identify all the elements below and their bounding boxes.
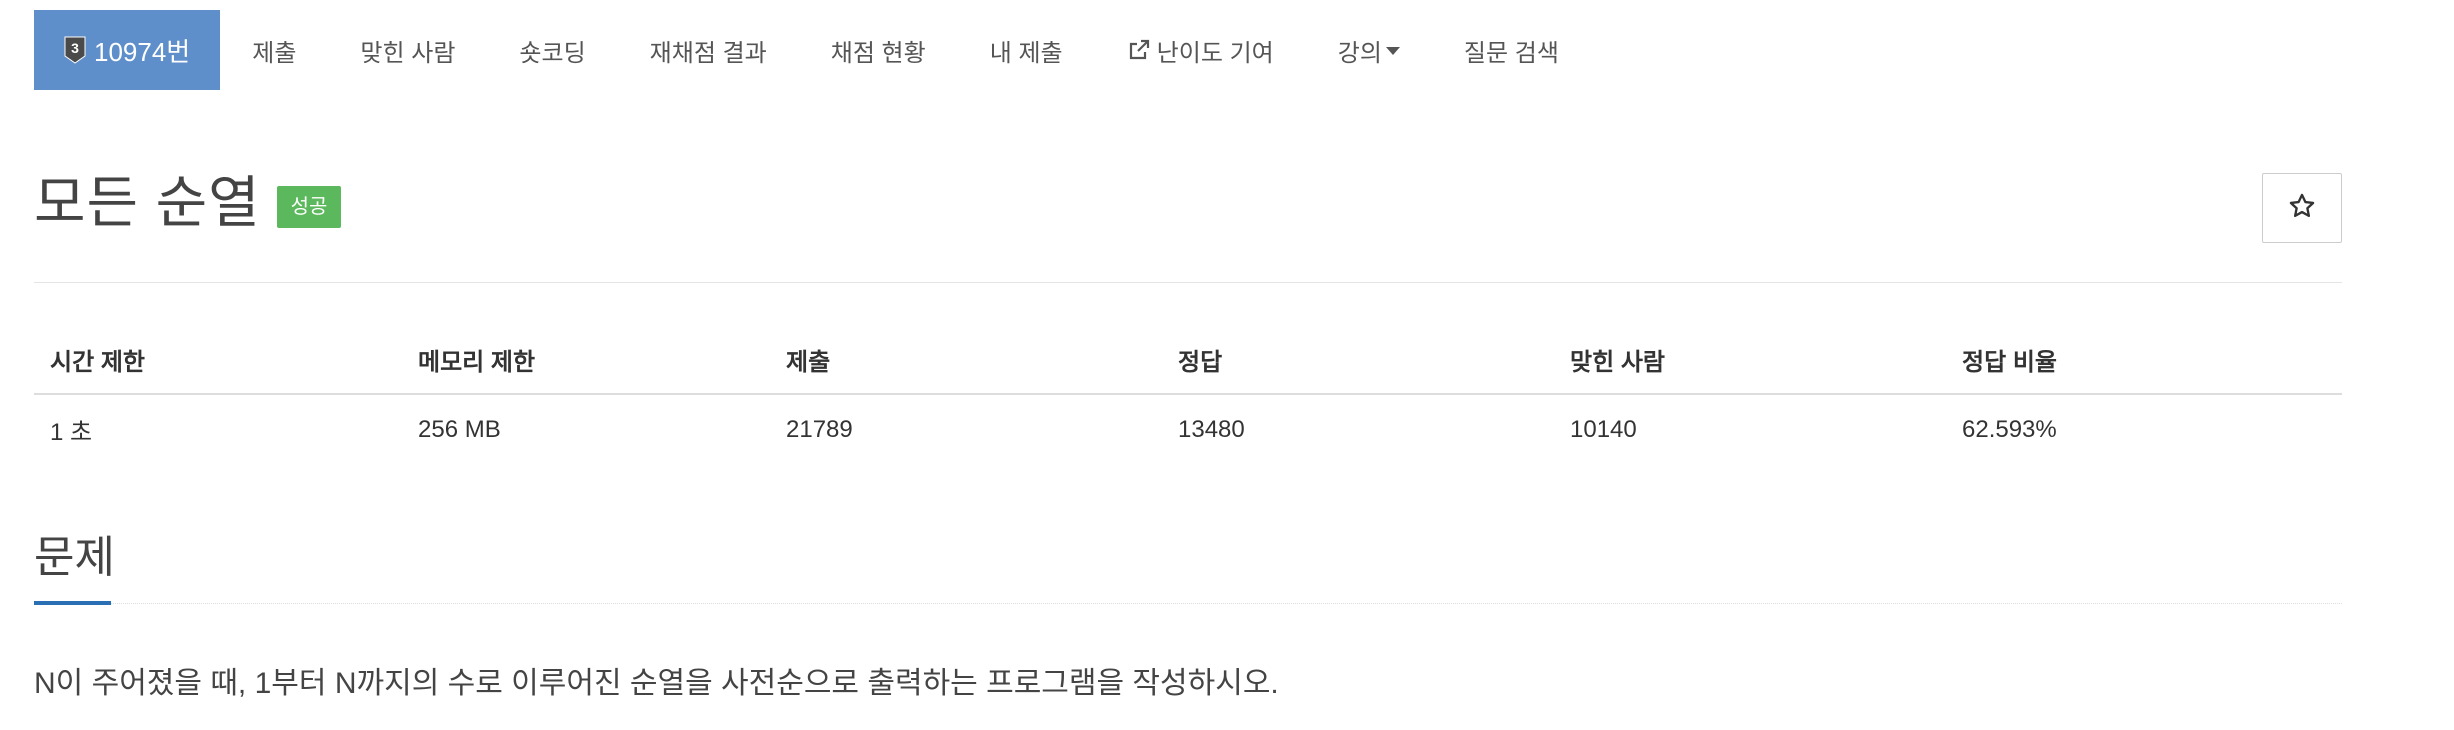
tier-badge-icon: 3 [64, 36, 86, 64]
cell-solved-users: 10140 [1570, 415, 1637, 443]
nav-rejudge-results-label: 재채점 결과 [649, 39, 767, 67]
nav-short-coding[interactable]: 숏코딩 [487, 10, 617, 90]
nav-solved-users[interactable]: 맞힌 사람 [328, 10, 487, 90]
nav-rejudge-results[interactable]: 재채점 결과 [618, 10, 799, 90]
status-badge: 성공 [276, 186, 342, 228]
nav-short-coding-label: 숏코딩 [519, 39, 586, 67]
table-header-row: 시간 제한 메모리 제한 제출 정답 맞힌 사람 정답 비율 [34, 330, 2342, 395]
problem-title: 모든 순열 [34, 171, 261, 234]
nav-judge-status-label: 채점 현황 [830, 39, 926, 67]
section-accent-bar [34, 601, 111, 605]
problem-section-title: 문제 [34, 533, 115, 582]
header-accepted-ratio: 정답 비율 [1946, 330, 2342, 395]
section-divider [34, 603, 2342, 604]
cell-accepted-ratio: 62.593% [1962, 415, 2057, 443]
nav-submit-label: 제출 [252, 39, 297, 67]
page: 3 10974번 제출 맞힌 사람 숏코딩 재채점 결과 채점 현황 내 제출 … [0, 0, 2454, 730]
header-submissions: 제출 [770, 330, 1162, 395]
problem-number-label: 10974번 [94, 36, 191, 67]
header-memory-limit: 메모리 제한 [402, 330, 770, 395]
cell-submissions: 21789 [786, 415, 853, 443]
table-row: 1 초 256 MB 21789 13480 10140 62.593% [34, 394, 2342, 464]
nav-difficulty-contribution-label: 난이도 기여 [1156, 39, 1274, 67]
nav-lectures-dropdown[interactable]: 강의 [1306, 10, 1432, 90]
title-divider [34, 282, 2342, 283]
nav-problem-number[interactable]: 3 10974번 [34, 10, 221, 90]
nav-my-submissions-label: 내 제출 [989, 39, 1063, 67]
cell-time-limit: 1 초 [50, 419, 93, 446]
cell-memory-limit: 256 MB [418, 415, 501, 443]
header-solved-users: 맞힌 사람 [1554, 330, 1946, 395]
caret-down-icon [1385, 47, 1400, 55]
problem-nav: 3 10974번 제출 맞힌 사람 숏코딩 재채점 결과 채점 현황 내 제출 … [34, 10, 1591, 90]
cell-accepted: 13480 [1178, 415, 1245, 443]
nav-lectures-label: 강의 [1337, 39, 1382, 67]
nav-my-submissions[interactable]: 내 제출 [958, 10, 1095, 90]
nav-question-search-label: 질문 검색 [1463, 39, 1559, 67]
star-outline-icon [2288, 192, 2316, 225]
favorite-button[interactable] [2262, 173, 2342, 243]
nav-judge-status[interactable]: 채점 현황 [799, 10, 958, 90]
title-row: 모든 순열 성공 [34, 171, 342, 234]
nav-submit[interactable]: 제출 [220, 10, 328, 90]
nav-question-search[interactable]: 질문 검색 [1432, 10, 1591, 90]
header-accepted: 정답 [1162, 330, 1554, 395]
tier-number: 3 [71, 40, 79, 56]
problem-description: N이 주어졌을 때, 1부터 N까지의 수로 이루어진 순열을 사전순으로 출력… [34, 667, 1279, 700]
nav-solved-users-label: 맞힌 사람 [360, 39, 456, 67]
external-link-icon [1127, 38, 1151, 62]
problem-info-table: 시간 제한 메모리 제한 제출 정답 맞힌 사람 정답 비율 1 초 256 M… [34, 330, 2342, 464]
header-time-limit: 시간 제한 [34, 330, 402, 395]
nav-difficulty-contribution[interactable]: 난이도 기여 [1095, 10, 1306, 90]
